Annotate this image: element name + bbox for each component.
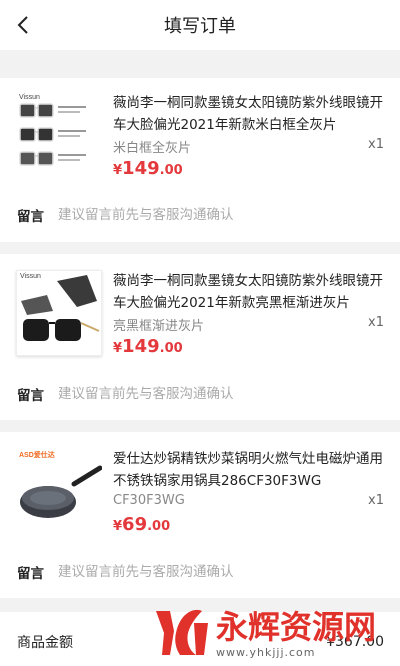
remark-input[interactable]: [58, 207, 318, 223]
watermark-url: www.yhkjjj.com: [216, 645, 316, 659]
remark-row: 留言: [17, 562, 318, 582]
price-decimal: .00: [159, 341, 183, 356]
remark-label: 留言: [17, 566, 44, 582]
remark-row: 留言: [17, 205, 318, 225]
product-title[interactable]: 爱仕达炒锅精铁炒菜锅明火燃气灶电磁炉通用不锈铁锅家用锅具286CF30F3WG: [113, 448, 383, 492]
watermark: 永辉资源网 www.yhkjjj.com: [150, 603, 396, 663]
product-image[interactable]: Vissun: [16, 92, 102, 178]
remark-label: 留言: [17, 388, 44, 404]
remark-row: 留言: [17, 384, 318, 404]
product-price: ¥149.00: [113, 336, 183, 357]
product-variant: 亮黑框渐进灰片: [113, 319, 205, 334]
sunglasses-image: [19, 103, 86, 166]
product-price: ¥69.00: [113, 514, 170, 535]
wok-image: [20, 465, 102, 518]
product-variant: CF30F3WG: [113, 493, 185, 508]
product-image[interactable]: ASD爱仕达: [16, 448, 102, 534]
remark-input[interactable]: [58, 564, 318, 580]
page-title: 填写订单: [164, 16, 236, 37]
back-button[interactable]: [10, 12, 36, 38]
price-decimal: .00: [147, 519, 171, 534]
watermark-title: 永辉资源网: [216, 607, 377, 646]
price-symbol: ¥: [113, 519, 123, 534]
remark-label: 留言: [17, 209, 44, 225]
product-quantity: x1: [368, 315, 384, 330]
product-quantity: x1: [368, 137, 384, 152]
product-price: ¥149.00: [113, 158, 183, 179]
product-image[interactable]: Vissun: [16, 270, 102, 356]
product-title[interactable]: 薇尚李一桐同款墨镜女太阳镜防紫外线眼镜开车大脸偏光2021年新款亮黑框渐进灰片: [113, 270, 383, 314]
price-symbol: ¥: [113, 341, 123, 356]
price-integer: 69: [122, 514, 148, 535]
sunglasses-image: [21, 275, 100, 341]
chevron-left-icon: [17, 16, 28, 34]
order-item-card: Vissun 薇尚李一桐同款墨镜女太阳镜防紫外线眼镜开车大脸偏光2021年新款米…: [0, 78, 400, 242]
watermark-text-group: 永辉资源网 www.yhkjjj.com: [216, 608, 376, 659]
price-integer: 149: [122, 336, 160, 357]
order-item-card: ASD爱仕达 爱仕达炒锅精铁炒菜锅明火燃气灶电磁炉通用不锈铁锅家用锅具286CF…: [0, 432, 400, 598]
product-variant: 米白框全灰片: [113, 141, 192, 156]
product-quantity: x1: [368, 493, 384, 508]
goods-amount-label: 商品金额: [17, 635, 73, 651]
watermark-logo-icon: [156, 609, 208, 655]
page-header: 填写订单: [0, 0, 400, 50]
product-title[interactable]: 薇尚李一桐同款墨镜女太阳镜防紫外线眼镜开车大脸偏光2021年新款米白框全灰片: [113, 92, 383, 136]
remark-input[interactable]: [58, 386, 318, 402]
order-item-card: Vissun 薇尚李一桐同款墨镜女太阳镜防紫外线眼镜开车大脸偏光2021年新款亮…: [0, 254, 400, 420]
price-decimal: .00: [159, 163, 183, 178]
price-integer: 149: [122, 158, 160, 179]
price-symbol: ¥: [113, 163, 123, 178]
